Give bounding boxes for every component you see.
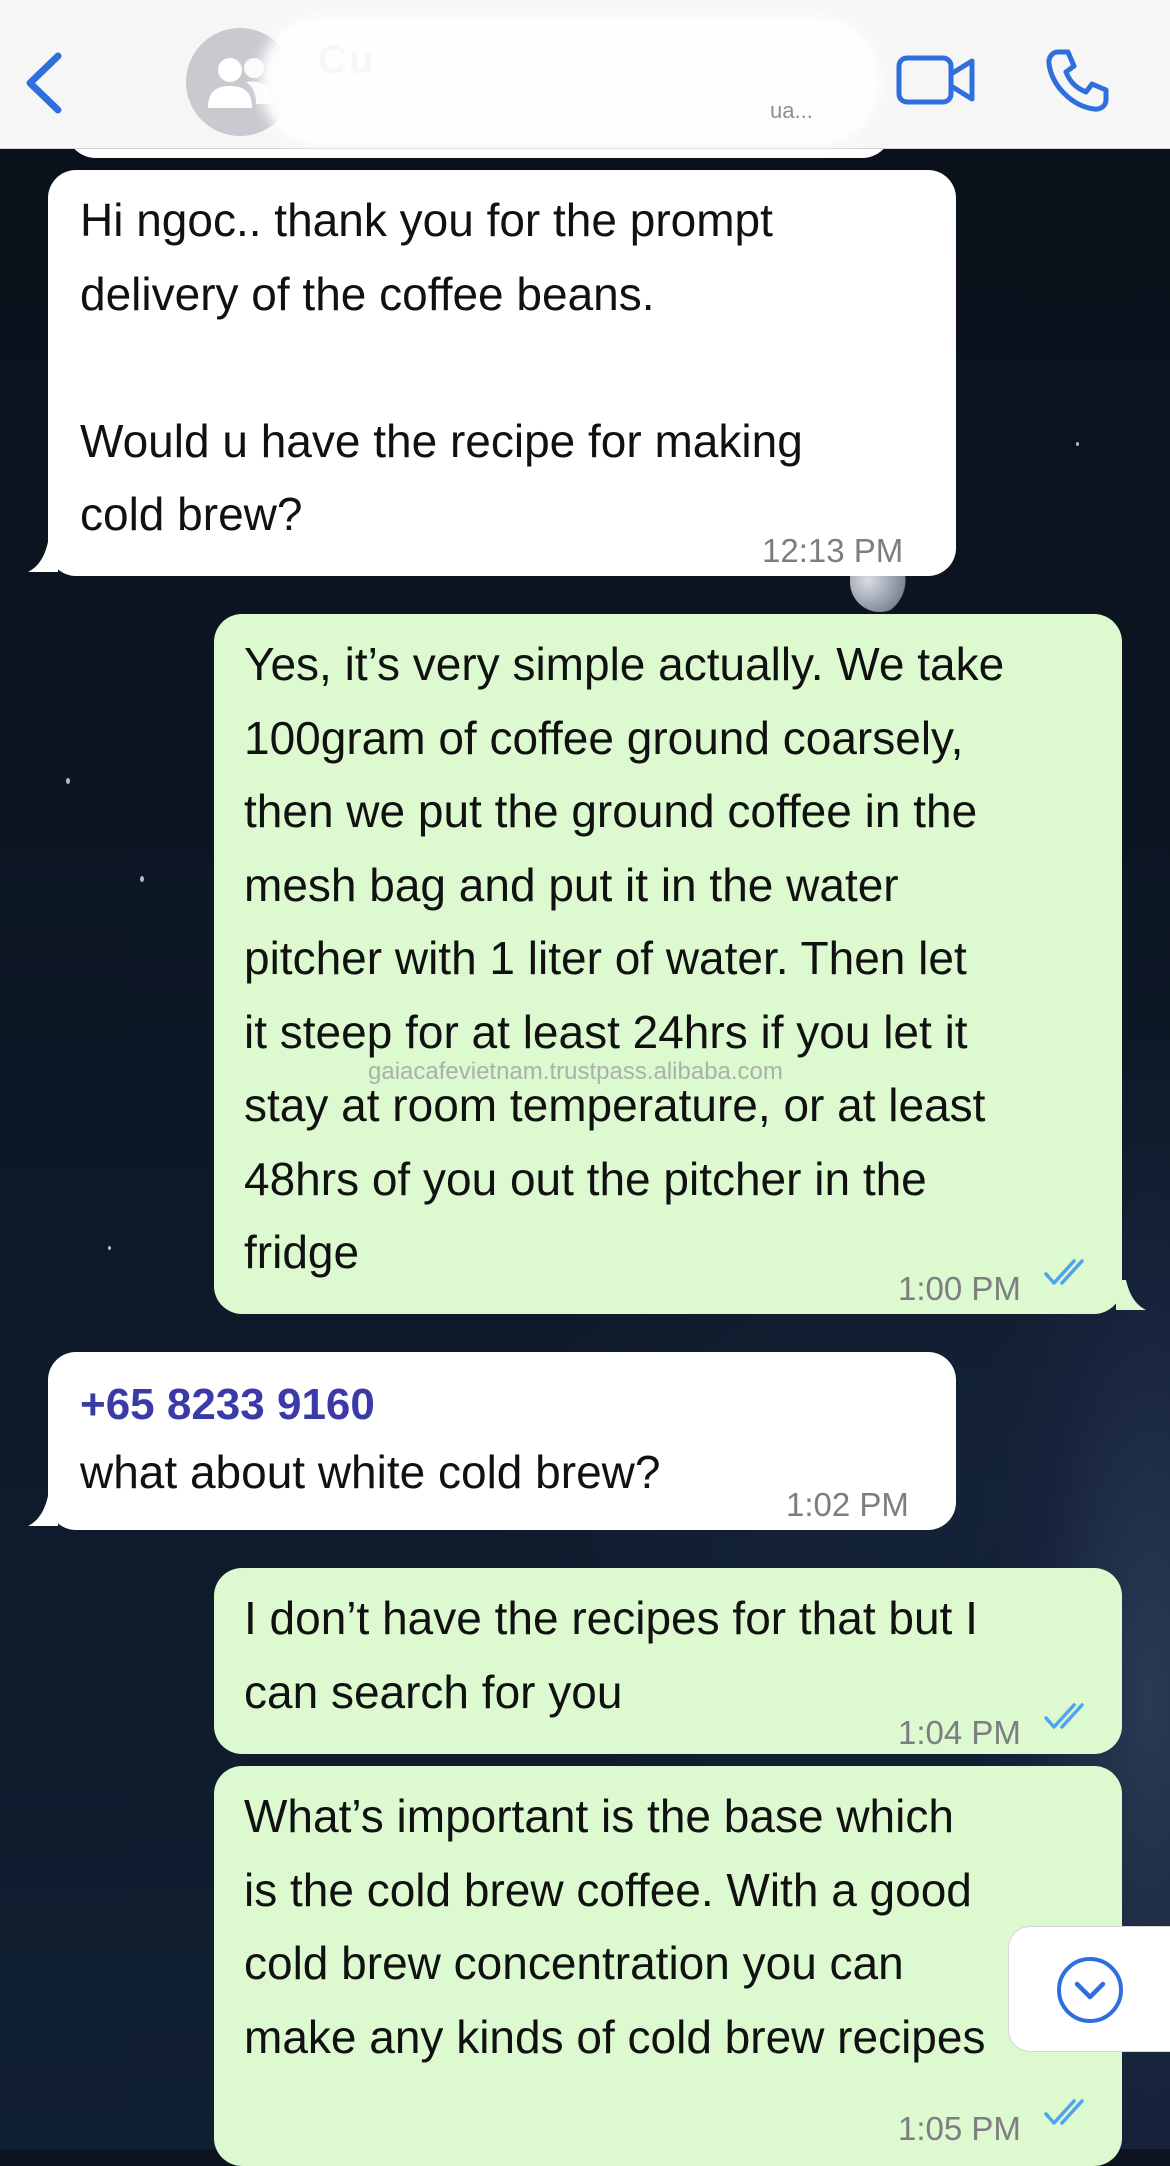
- message-time: 1:02 PM: [786, 1486, 909, 1523]
- message-text: what about white cold brew?: [80, 1446, 661, 1498]
- redaction-blur: [260, 16, 880, 146]
- chevron-down-circle-icon: [1057, 1957, 1123, 2023]
- bubble-tail: [28, 542, 58, 572]
- double-check-icon: [1044, 1703, 1084, 1729]
- wallpaper-star: [1076, 442, 1079, 446]
- chevron-left-icon[interactable]: [20, 50, 70, 116]
- message-bubble-outgoing[interactable]: Yes, it’s very simple actually. We take …: [214, 614, 1122, 1314]
- message-bubble-outgoing[interactable]: I don’t have the recipes for that but I …: [214, 1568, 1122, 1754]
- double-check-icon: [1044, 1259, 1084, 1285]
- contact-subtitle-end: ua...: [770, 98, 813, 123]
- message-bubble-incoming[interactable]: Hi ngoc.. thank you for the prompt deliv…: [48, 170, 956, 576]
- message-text: Hi ngoc.. thank you for the prompt deliv…: [80, 194, 803, 540]
- watermark-text: gaiacafevietnam.trustpass.alibaba.com: [368, 1058, 783, 1085]
- bubble-tail: [1116, 1280, 1146, 1310]
- message-text: What’s important is the base which is th…: [244, 1790, 986, 2063]
- message-time: 12:13 PM: [762, 532, 904, 569]
- sender-phone[interactable]: +65 8233 9160: [80, 1368, 375, 1442]
- wallpaper-star: [66, 778, 70, 784]
- bubble-tail: [28, 1496, 58, 1526]
- wallpaper-star: [108, 1246, 111, 1250]
- chat-header: Cu +6 ua...: [0, 0, 1170, 149]
- message-bubble-incoming[interactable]: +65 8233 9160 what about white cold brew…: [48, 1352, 956, 1530]
- double-check-icon: [1044, 2099, 1084, 2125]
- phone-icon[interactable]: [1044, 46, 1112, 114]
- message-time: 1:00 PM: [898, 1270, 1021, 1307]
- message-time: 1:05 PM: [898, 2110, 1021, 2147]
- message-text: Yes, it’s very simple actually. We take …: [244, 638, 1005, 1278]
- scroll-to-bottom-button[interactable]: [1008, 1926, 1170, 2052]
- video-camera-icon[interactable]: [896, 52, 976, 108]
- message-time: 1:04 PM: [898, 1714, 1021, 1751]
- wallpaper-star: [140, 876, 144, 882]
- message-bubble-outgoing[interactable]: What’s important is the base which is th…: [214, 1766, 1122, 2166]
